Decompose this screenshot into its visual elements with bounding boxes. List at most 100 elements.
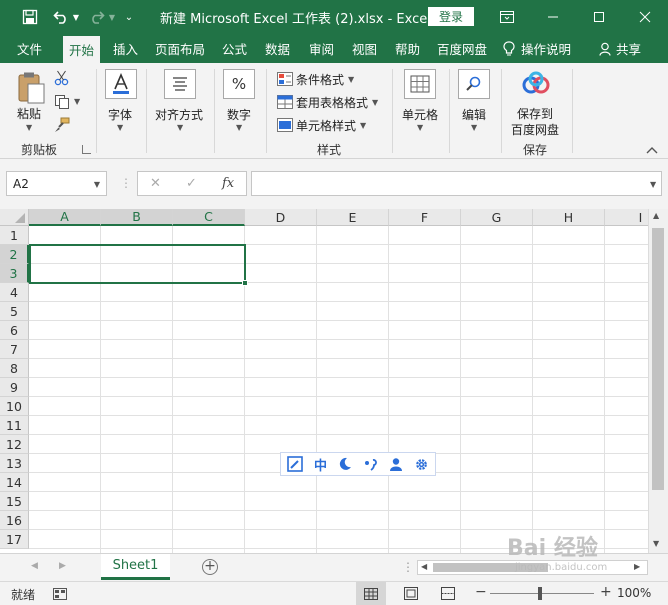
redo-icon[interactable] [86,0,108,34]
format-as-table-button[interactable]: 套用表格格式 ▼ [277,92,378,112]
cell-selection[interactable] [29,244,246,284]
editing-button[interactable]: 编辑 ▼ [456,69,494,135]
sheet-prev-icon[interactable]: ◀ [31,561,38,571]
login-button[interactable]: 登录 [428,7,474,26]
row-header-12[interactable]: 12 [0,435,29,454]
punctuation-icon[interactable] [364,457,378,471]
moon-icon[interactable] [338,457,352,471]
row-header-17[interactable]: 17 [0,530,29,549]
insert-function-icon[interactable]: fx [222,176,234,191]
tab-view[interactable]: 视图 [352,34,377,63]
baidu-netdisk-icon [522,71,550,94]
save-to-baidu-button[interactable]: 保存到 百度网盘 [505,69,567,139]
format-painter-icon[interactable] [54,117,72,133]
tab-split-grip-icon[interactable]: ⋮ [402,560,414,574]
cells-button[interactable]: 单元格 ▼ [399,69,443,135]
row-header-16[interactable]: 16 [0,511,29,530]
minimize-icon[interactable] [530,0,576,34]
select-all-corner[interactable] [0,209,29,226]
row-header-13[interactable]: 13 [0,454,29,473]
collapse-ribbon-icon[interactable] [646,143,660,155]
tab-formulas[interactable]: 公式 [222,34,247,63]
redo-dropdown-icon[interactable]: ▼ [107,0,117,34]
tab-home[interactable]: 开始 [63,36,101,63]
scroll-left-icon[interactable]: ◀ [421,562,427,571]
column-header-g[interactable]: G [461,209,533,226]
watermark-subtext: jingyan.baidu.com [515,562,608,573]
row-header-10[interactable]: 10 [0,397,29,416]
row-header-8[interactable]: 8 [0,359,29,378]
maximize-icon[interactable] [576,0,622,34]
column-header-f[interactable]: F [389,209,461,226]
settings-gear-icon[interactable] [414,457,429,472]
tab-review[interactable]: 审阅 [309,34,334,63]
zoom-out-icon[interactable]: − [475,584,487,600]
zoom-level[interactable]: 100% [617,586,651,600]
paste-button[interactable]: 粘贴 ▼ [12,69,50,135]
confirm-entry-icon[interactable]: ✓ [186,176,197,191]
row-header-7[interactable]: 7 [0,340,29,359]
row-header-5[interactable]: 5 [0,302,29,321]
cancel-entry-icon[interactable]: ✕ [150,176,161,191]
sheet-tab[interactable]: Sheet1 [101,554,170,580]
number-button[interactable]: % 数字 ▼ [221,69,259,135]
sheet-next-icon[interactable]: ▶ [59,561,66,571]
formula-input[interactable] [251,171,662,196]
column-header-e[interactable]: E [317,209,389,226]
column-header-h[interactable]: H [533,209,605,226]
cell-styles-button[interactable]: 单元格样式 ▼ [277,115,366,135]
cut-icon[interactable] [54,70,72,86]
name-box[interactable]: A2 ▼ [6,171,107,196]
row-header-4[interactable]: 4 [0,283,29,302]
tell-me-box[interactable]: 操作说明 [503,34,571,63]
page-break-view-icon[interactable] [441,587,455,600]
column-header-a[interactable]: A [29,209,101,226]
expand-formula-bar-icon[interactable]: ▼ [650,180,656,189]
ribbon-display-icon[interactable] [484,0,530,34]
conditional-formatting-button[interactable]: 条件格式 ▼ [277,69,354,89]
add-sheet-icon[interactable]: + [202,559,218,575]
macro-record-icon[interactable] [53,588,67,600]
save-icon[interactable] [18,0,42,34]
column-header-c[interactable]: C [173,209,245,226]
tab-insert[interactable]: 插入 [113,34,138,63]
row-header-15[interactable]: 15 [0,492,29,511]
tab-baidu-netdisk[interactable]: 百度网盘 [437,34,487,63]
undo-dropdown-icon[interactable]: ▼ [71,0,81,34]
fill-handle[interactable] [242,280,248,286]
alignment-button[interactable]: 对齐方式 ▼ [153,69,209,135]
dialog-launcher-icon[interactable] [82,145,91,154]
zoom-slider[interactable] [490,593,594,594]
normal-view-icon[interactable] [356,582,386,605]
row-header-1[interactable]: 1 [0,226,29,245]
row-header-3[interactable]: 3 [0,264,29,283]
undo-icon[interactable] [50,0,72,34]
tab-file[interactable]: 文件 [17,34,42,63]
zoom-slider-thumb[interactable] [538,587,542,600]
row-header-2[interactable]: 2 [0,245,29,264]
row-header-9[interactable]: 9 [0,378,29,397]
tab-page-layout[interactable]: 页面布局 [155,34,205,63]
ime-mode-toggle[interactable]: 中 [314,455,327,474]
copy-icon[interactable]: ▼ [54,94,82,110]
font-button[interactable]: 字体 ▼ [104,69,138,135]
row-header-6[interactable]: 6 [0,321,29,340]
page-layout-view-icon[interactable] [404,587,418,600]
group-separator [214,69,215,153]
tab-data[interactable]: 数据 [265,34,290,63]
scroll-up-icon[interactable]: ▲ [653,211,659,220]
tab-help[interactable]: 帮助 [395,34,420,63]
column-header-d[interactable]: D [245,209,317,226]
ime-skin-icon[interactable] [286,456,303,472]
name-box-dropdown-icon: ▼ [93,180,100,189]
column-header-i[interactable]: I [605,209,648,226]
customize-icon[interactable]: ⌄ [122,0,136,34]
share-button[interactable]: 共享 [599,34,641,63]
row-header-14[interactable]: 14 [0,473,29,492]
user-icon[interactable] [389,457,403,471]
close-icon[interactable] [622,0,668,34]
vertical-scroll-thumb[interactable] [652,228,664,490]
column-header-b[interactable]: B [101,209,173,226]
row-header-11[interactable]: 11 [0,416,29,435]
zoom-in-icon[interactable]: + [600,584,612,600]
